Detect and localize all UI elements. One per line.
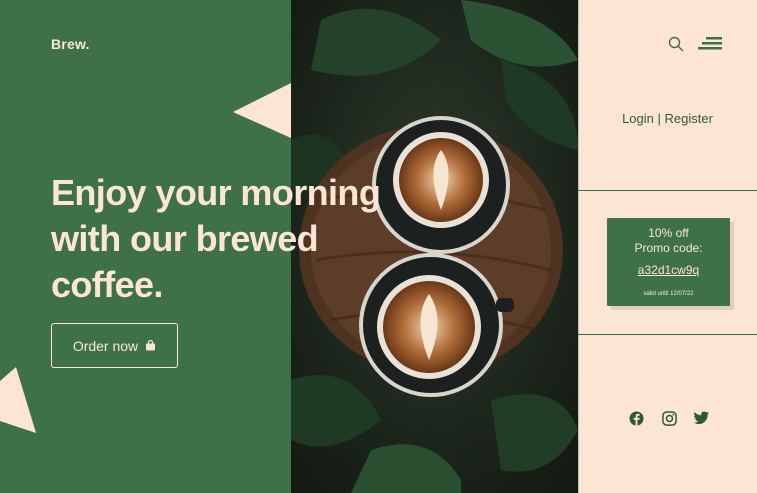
- hero-line-3: coffee.: [51, 264, 163, 305]
- register-link[interactable]: Register: [665, 111, 713, 126]
- menu-icon[interactable]: [698, 37, 722, 56]
- auth-separator: |: [657, 111, 661, 126]
- twitter-icon[interactable]: [694, 411, 709, 425]
- promo-label: Promo code:: [634, 241, 703, 255]
- hero-line-2: with our brewed: [51, 218, 319, 259]
- brand-logo[interactable]: Brew.: [51, 36, 90, 52]
- decorative-triangle-bottom: [0, 367, 36, 433]
- decorative-triangle-top: [233, 83, 291, 138]
- shopping-bag-icon: [145, 340, 156, 351]
- promo-code[interactable]: a32d1cw9q: [607, 263, 730, 278]
- login-link[interactable]: Login: [622, 111, 654, 126]
- promo-discount: 10% off: [648, 226, 689, 240]
- hero-line-1: Enjoy your morning: [51, 172, 381, 213]
- promo-card: 10% off Promo code: a32d1cw9q valid unti…: [607, 218, 730, 306]
- promo-validity: valid until 12/07/22: [643, 291, 694, 297]
- divider-bottom: [578, 334, 757, 335]
- divider-top: [578, 190, 757, 191]
- facebook-icon[interactable]: [629, 411, 644, 426]
- search-icon[interactable]: [668, 36, 684, 57]
- auth-links: Login | Register: [578, 111, 757, 126]
- hero-heading: Enjoy your morning with our brewed coffe…: [51, 170, 411, 308]
- instagram-icon[interactable]: [662, 411, 677, 426]
- order-now-button[interactable]: Order now: [51, 323, 178, 368]
- order-now-label: Order now: [72, 337, 139, 354]
